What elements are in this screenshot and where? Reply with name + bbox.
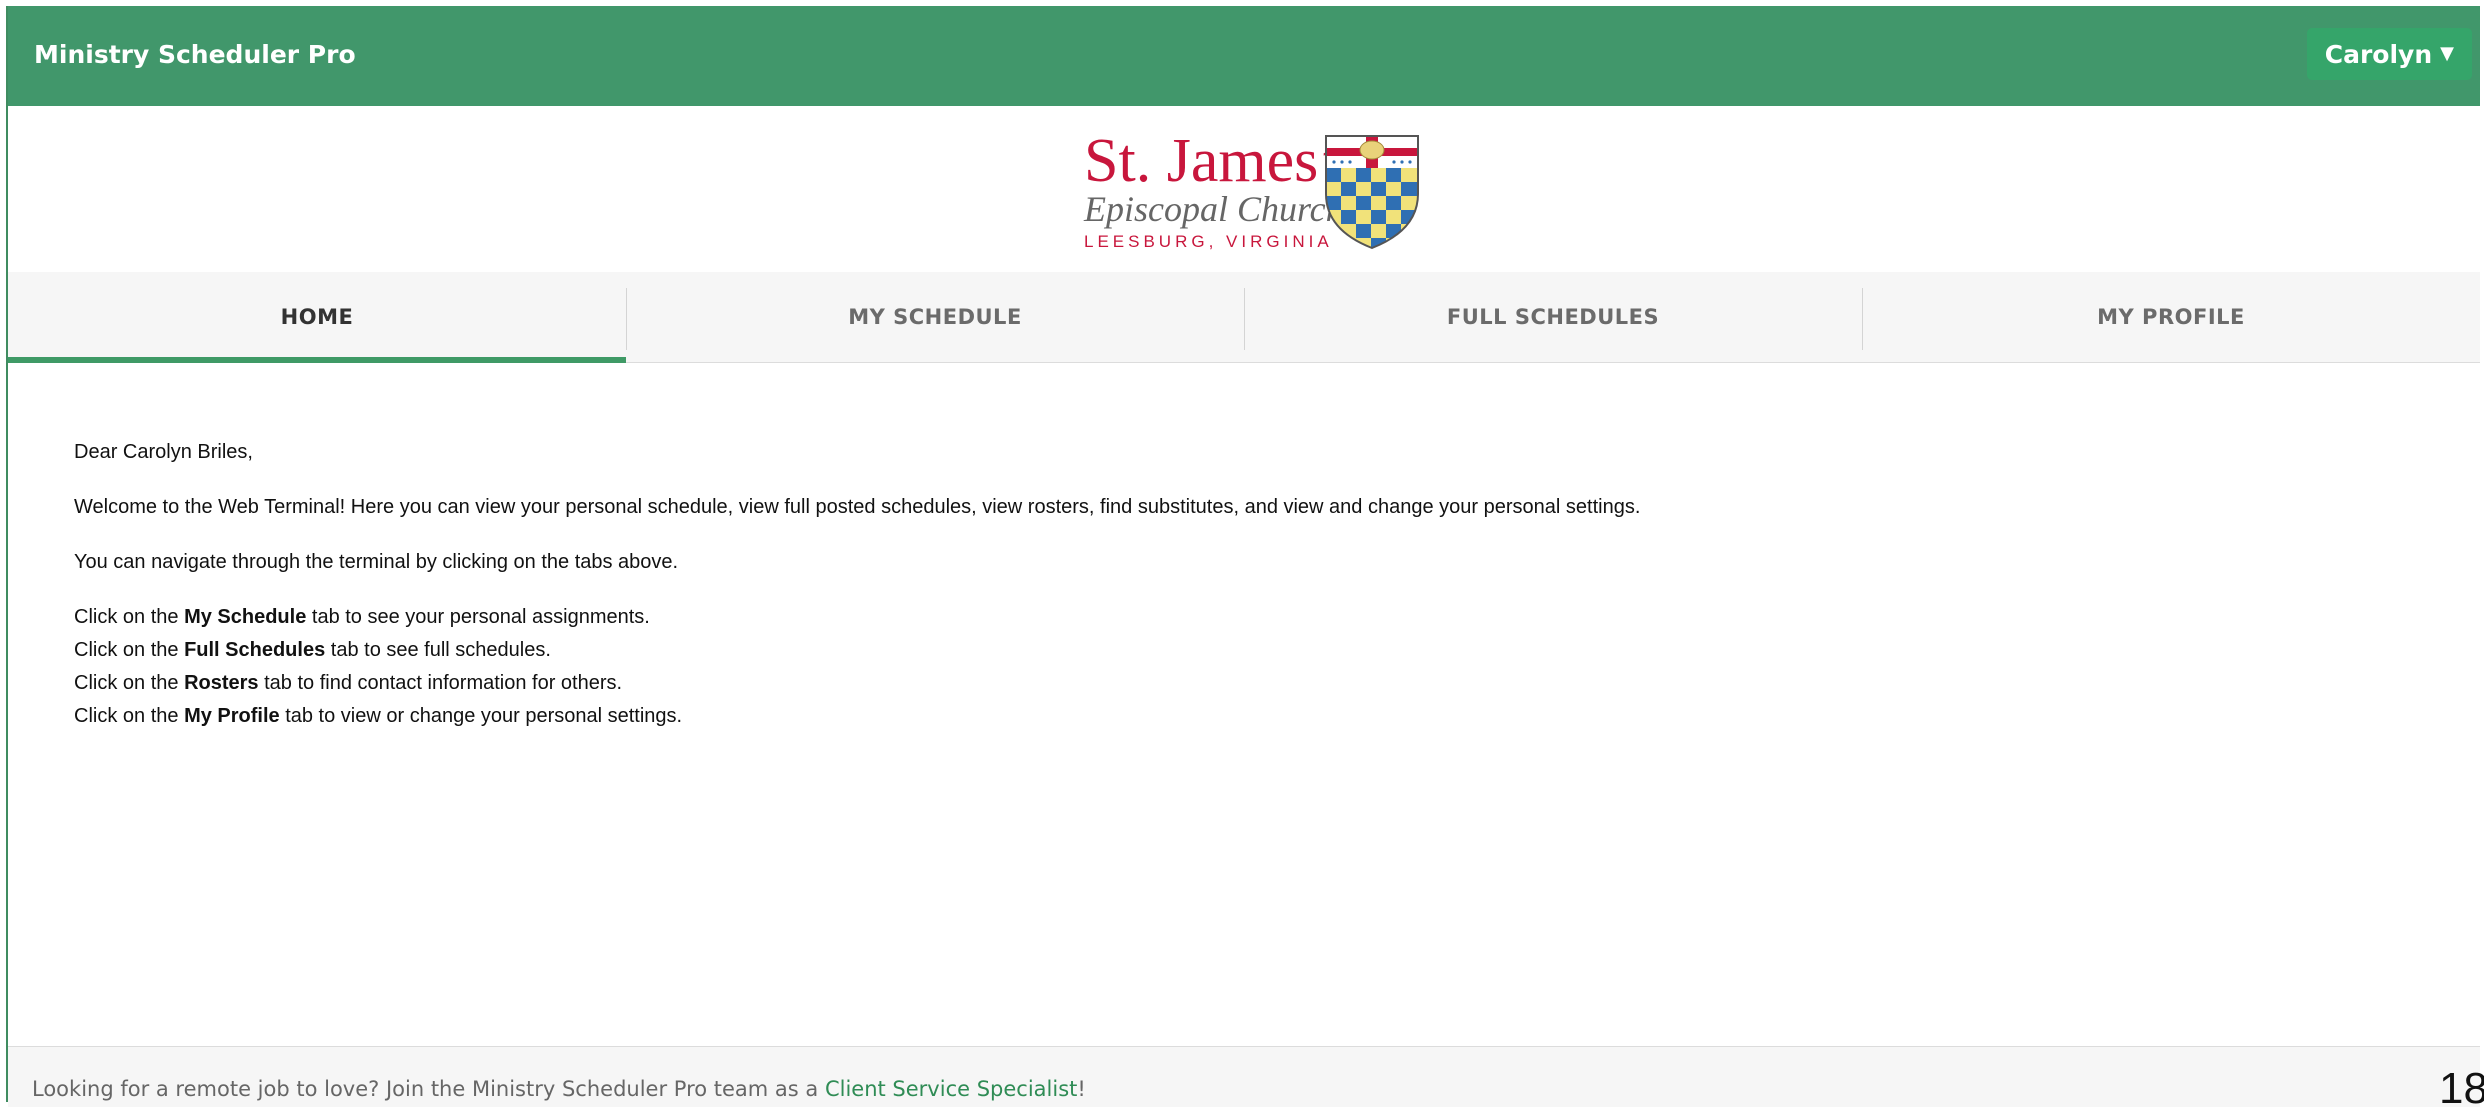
shield-crest-icon — [1325, 135, 1419, 250]
church-logo: St. James’ Episcopal Church LEESBURG, VI… — [1076, 128, 1436, 256]
tab-my-schedule[interactable]: MY SCHEDULE — [626, 272, 1244, 362]
top-navbar: Ministry Scheduler Pro Carolyn ▼ — [8, 6, 2480, 106]
instruction-line: Click on the Rosters tab to find contact… — [74, 667, 2374, 700]
logo-sub-line: Episcopal Church — [1084, 189, 1344, 229]
navigate-text: You can navigate through the terminal by… — [74, 551, 679, 573]
tab-home-label: HOME — [280, 305, 354, 329]
logo-name-line: St. James’ — [1084, 127, 1339, 195]
welcome-text: Welcome to the Web Terminal! Here you ca… — [74, 496, 1641, 518]
instruction-bold: My Profile — [184, 705, 280, 727]
footer-text: Looking for a remote job to love? Join t… — [32, 1077, 1086, 1101]
instruction-bold: Rosters — [184, 672, 259, 694]
tab-full-schedules-label: FULL SCHEDULES — [1446, 305, 1660, 329]
greeting-text: Dear Carolyn Briles, — [74, 441, 253, 463]
tab-home[interactable]: HOME — [8, 272, 626, 363]
app-window: Ministry Scheduler Pro Carolyn ▼ St. Jam… — [6, 6, 2480, 1107]
instruction-bold: Full Schedules — [184, 639, 326, 661]
instruction-suffix: tab to find contact information for othe… — [258, 672, 623, 694]
footer-message: Looking for a remote job to love? Join t… — [32, 1077, 825, 1101]
client-service-specialist-link[interactable]: Client Service Specialist — [825, 1077, 1077, 1101]
footer-end: ! — [1077, 1077, 1086, 1101]
logo-banner: St. James’ Episcopal Church LEESBURG, VI… — [8, 106, 2480, 273]
instruction-list: Click on the My Schedule tab to see your… — [74, 601, 2374, 733]
tab-my-schedule-label: MY SCHEDULE — [848, 305, 1022, 329]
instruction-line: Click on the Full Schedules tab to see f… — [74, 634, 2374, 667]
user-menu-button[interactable]: Carolyn ▼ — [2306, 28, 2472, 80]
app-title[interactable]: Ministry Scheduler Pro — [34, 40, 356, 69]
caret-down-icon: ▼ — [2440, 43, 2454, 64]
logo-location-line: LEESBURG, VIRGINIA — [1084, 232, 1333, 251]
instruction-suffix: tab to see full schedules. — [325, 639, 551, 661]
main-tabs: HOME MY SCHEDULE FULL SCHEDULES MY PROFI… — [8, 272, 2480, 363]
instruction-prefix: Click on the — [74, 672, 185, 694]
instruction-line: Click on the My Schedule tab to see your… — [74, 601, 2374, 634]
footer-bar: Looking for a remote job to love? Join t… — [8, 1046, 2480, 1107]
tab-my-profile-label: MY PROFILE — [2097, 305, 2245, 329]
instruction-bold: My Schedule — [184, 606, 307, 628]
tab-full-schedules[interactable]: FULL SCHEDULES — [1244, 272, 1862, 362]
page-number: 18 — [2439, 1064, 2484, 1113]
tab-my-profile[interactable]: MY PROFILE — [1862, 272, 2480, 362]
instruction-prefix: Click on the — [74, 606, 185, 628]
home-content: Dear Carolyn Briles, Welcome to the Web … — [74, 436, 2374, 733]
instruction-prefix: Click on the — [74, 705, 185, 727]
instruction-suffix: tab to see your personal assignments. — [306, 606, 650, 628]
instruction-line: Click on the My Profile tab to view or c… — [74, 700, 2374, 733]
instruction-suffix: tab to view or change your personal sett… — [279, 705, 683, 727]
instruction-prefix: Click on the — [74, 639, 185, 661]
user-menu-label: Carolyn — [2324, 39, 2433, 69]
